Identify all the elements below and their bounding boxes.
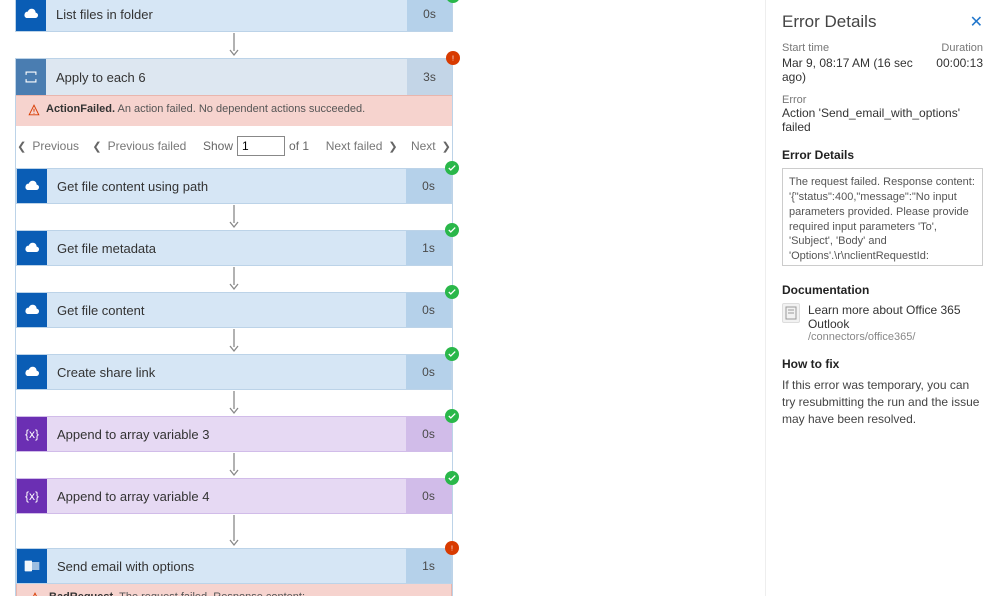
connector-arrow <box>15 32 453 58</box>
action-title: Append to array variable 4 <box>47 479 406 513</box>
action-get-file-metadata[interactable]: Get file metadata 1s <box>16 230 452 266</box>
action-title: Get file metadata <box>47 231 406 265</box>
loop-icon <box>16 59 46 95</box>
action-title: Get file content using path <box>47 169 406 203</box>
action-list-files[interactable]: List files in folder 0s <box>15 0 453 32</box>
error-label: Error <box>782 94 983 106</box>
status-success-icon <box>445 471 459 485</box>
pager-previous-failed[interactable]: Previous failed <box>106 139 189 153</box>
loop-error-banner: ActionFailed. An action failed. No depen… <box>16 95 452 126</box>
error-details-panel: Error Details ✕ Start time Duration Mar … <box>765 0 999 596</box>
duration-label: Duration <box>941 42 983 54</box>
pager-previous[interactable]: Previous <box>30 139 81 153</box>
how-to-fix-text: If this error was temporary, you can try… <box>782 377 983 427</box>
action-title: Append to array variable 3 <box>47 417 406 451</box>
action-append-array-4[interactable]: {x} Append to array variable 4 0s <box>16 478 452 514</box>
action-create-share-link[interactable]: Create share link 0s <box>16 354 452 390</box>
variable-icon: {x} <box>17 479 47 513</box>
action-duration: 0s <box>406 169 451 203</box>
document-icon <box>782 303 800 323</box>
documentation-link[interactable]: Learn more about Office 365 Outlook /con… <box>782 303 983 343</box>
cloud-icon <box>17 355 47 389</box>
action-title: Send email with options <box>47 549 406 583</box>
variable-icon: {x} <box>17 417 47 451</box>
pager-next-failed[interactable]: Next failed <box>324 139 385 153</box>
action-get-file-content-path[interactable]: Get file content using path 0s <box>16 168 452 204</box>
action-duration: 0s <box>406 293 451 327</box>
status-success-icon <box>445 285 459 299</box>
duration-value: 00:00:13 <box>936 56 983 84</box>
error-details-text[interactable] <box>782 168 983 266</box>
status-success-icon <box>445 161 459 175</box>
loop-duration: 3s <box>407 59 452 95</box>
action-append-array-3[interactable]: {x} Append to array variable 3 0s <box>16 416 452 452</box>
close-icon[interactable]: ✕ <box>970 12 983 32</box>
pager-page-input[interactable] <box>237 136 285 156</box>
cloud-icon <box>17 293 47 327</box>
action-duration: 0s <box>406 479 451 513</box>
status-success-icon <box>445 223 459 237</box>
loop-header[interactable]: Apply to each 6 3s ! <box>16 59 452 95</box>
loop-title: Apply to each 6 <box>46 59 407 95</box>
flow-canvas: List files in folder 0s Apply to each 6 … <box>15 0 453 596</box>
connector-arrow <box>16 328 452 354</box>
warning-icon <box>29 592 41 596</box>
doc-link-title: Learn more about Office 365 Outlook <box>808 303 983 331</box>
action-send-email-with-options[interactable]: Send email with options 1s ! <box>16 548 452 584</box>
doc-link-path: /connectors/office365/ <box>808 331 983 343</box>
start-time-label: Start time <box>782 42 829 54</box>
connector-arrow <box>16 390 452 416</box>
action-get-file-content[interactable]: Get file content 0s <box>16 292 452 328</box>
error-details-label: Error Details <box>782 148 983 162</box>
cloud-icon <box>17 169 47 203</box>
cloud-icon <box>16 0 46 31</box>
warning-icon <box>28 104 40 119</box>
action-duration: 0s <box>406 417 451 451</box>
connector-arrow <box>16 514 452 548</box>
how-to-fix-label: How to fix <box>782 357 983 371</box>
connector-arrow <box>16 204 452 230</box>
pager-next[interactable]: Next <box>409 139 438 153</box>
action-title: Create share link <box>47 355 406 389</box>
documentation-label: Documentation <box>782 283 983 297</box>
action-title: Get file content <box>47 293 406 327</box>
cloud-icon <box>17 231 47 265</box>
action-duration: 0s <box>407 0 452 31</box>
connector-arrow <box>16 452 452 478</box>
error-value: Action 'Send_email_with_options' failed <box>782 106 983 134</box>
svg-text:!: ! <box>452 54 454 62</box>
action-duration: 1s <box>406 231 451 265</box>
action-duration: 1s <box>406 549 451 583</box>
apply-to-each-container[interactable]: Apply to each 6 3s ! ActionFailed. An ac… <box>15 58 453 596</box>
action-title: List files in folder <box>46 0 407 31</box>
outlook-icon <box>17 549 47 583</box>
connector-arrow <box>16 266 452 292</box>
panel-title: Error Details <box>782 12 876 32</box>
status-success-icon <box>445 409 459 423</box>
action-error-banner: BadRequest. The request failed. Response… <box>16 584 452 596</box>
svg-text:!: ! <box>451 544 453 552</box>
status-error-icon: ! <box>446 51 460 65</box>
status-error-icon: ! <box>445 541 459 555</box>
start-time-value: Mar 9, 08:17 AM (16 sec ago) <box>782 56 936 84</box>
status-success-icon <box>445 347 459 361</box>
action-duration: 0s <box>406 355 451 389</box>
loop-pager: ❮ Previous ❮ Previous failed Show of 1 N… <box>16 126 452 166</box>
